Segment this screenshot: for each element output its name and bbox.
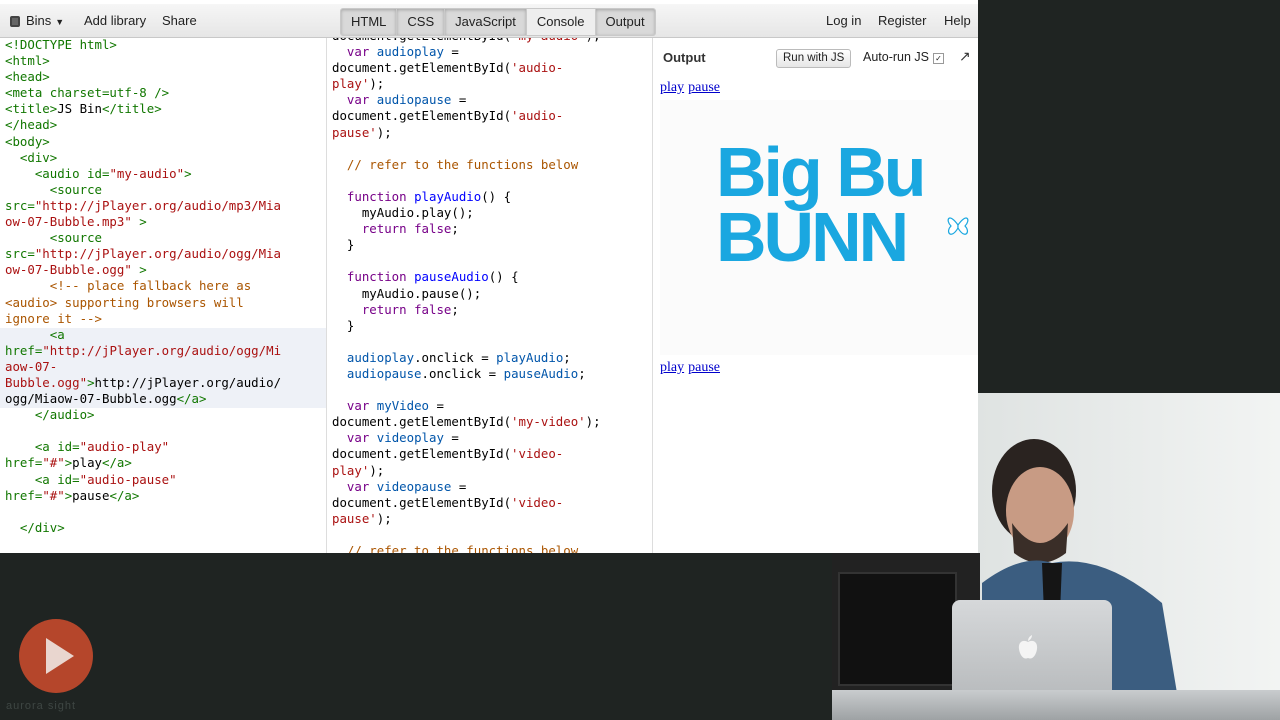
toolbar: Bins ▼ Add library Share HTML CSS JavaScr…	[0, 4, 978, 38]
audio-controls: play pause	[660, 80, 724, 96]
apple-logo-icon	[1018, 635, 1038, 659]
tab-javascript[interactable]: JavaScript	[445, 9, 527, 35]
javascript-code[interactable]: document.getElementById('my-audio'); var…	[332, 38, 601, 553]
tab-console[interactable]: Console	[527, 9, 596, 35]
video-player[interactable]: Big Bu BUNN	[660, 100, 978, 355]
output-pane: Output Run with JS Auto-run JS ✓ ↗ play pa…	[653, 38, 978, 553]
chevron-down-icon: ▼	[55, 17, 65, 27]
share-button[interactable]: Share	[162, 4, 197, 38]
jsbin-app: Bins ▼ Add library Share HTML CSS JavaScr…	[0, 0, 978, 553]
panel-tabs: HTML CSS JavaScript Console Output	[340, 8, 656, 36]
add-library-button[interactable]: Add library	[84, 4, 146, 38]
html-code[interactable]: <!DOCTYPE html> <html> <head> <meta char…	[5, 38, 281, 536]
help-link[interactable]: Help	[944, 4, 971, 38]
auto-run-js-toggle[interactable]: Auto-run JS ✓	[863, 50, 945, 64]
login-link[interactable]: Log in	[826, 4, 861, 38]
desk	[832, 690, 1280, 720]
tab-css[interactable]: CSS	[397, 9, 446, 35]
big-buck-bunny-logo: Big Bu BUNN	[716, 133, 927, 276]
tab-html[interactable]: HTML	[341, 9, 398, 35]
javascript-editor[interactable]: document.getElementById('my-audio'); var…	[327, 38, 653, 553]
watermark: aurora sight	[6, 700, 77, 712]
butterfly-icon	[947, 217, 969, 235]
play-button-icon[interactable]	[17, 618, 95, 694]
audio-play-link[interactable]: play	[660, 80, 684, 95]
audio-pause-link[interactable]: pause	[688, 80, 720, 95]
dark-laptop-screen	[838, 572, 957, 686]
logo-line-2: BUNN	[716, 198, 909, 276]
output-title: Output	[663, 50, 706, 65]
output-header: Output Run with JS Auto-run JS ✓ ↗	[653, 38, 978, 76]
video-pause-link[interactable]: pause	[688, 360, 720, 375]
auto-run-label: Auto-run JS	[863, 50, 930, 64]
auto-run-checkbox[interactable]: ✓	[933, 53, 945, 64]
run-with-js-button[interactable]: Run with JS	[776, 49, 852, 68]
tab-output[interactable]: Output	[595, 9, 655, 35]
logo-line-1: Big Bu	[716, 133, 927, 211]
bins-menu[interactable]: Bins ▼	[10, 4, 64, 38]
video-controls: play pause	[660, 360, 724, 376]
bins-label: Bins	[26, 13, 52, 28]
register-link[interactable]: Register	[878, 4, 926, 38]
video-play-link[interactable]: play	[660, 360, 684, 375]
bins-icon	[10, 16, 20, 27]
popout-arrow-icon[interactable]: ↗	[959, 48, 971, 65]
html-editor[interactable]: <!DOCTYPE html> <html> <head> <meta char…	[0, 38, 327, 553]
